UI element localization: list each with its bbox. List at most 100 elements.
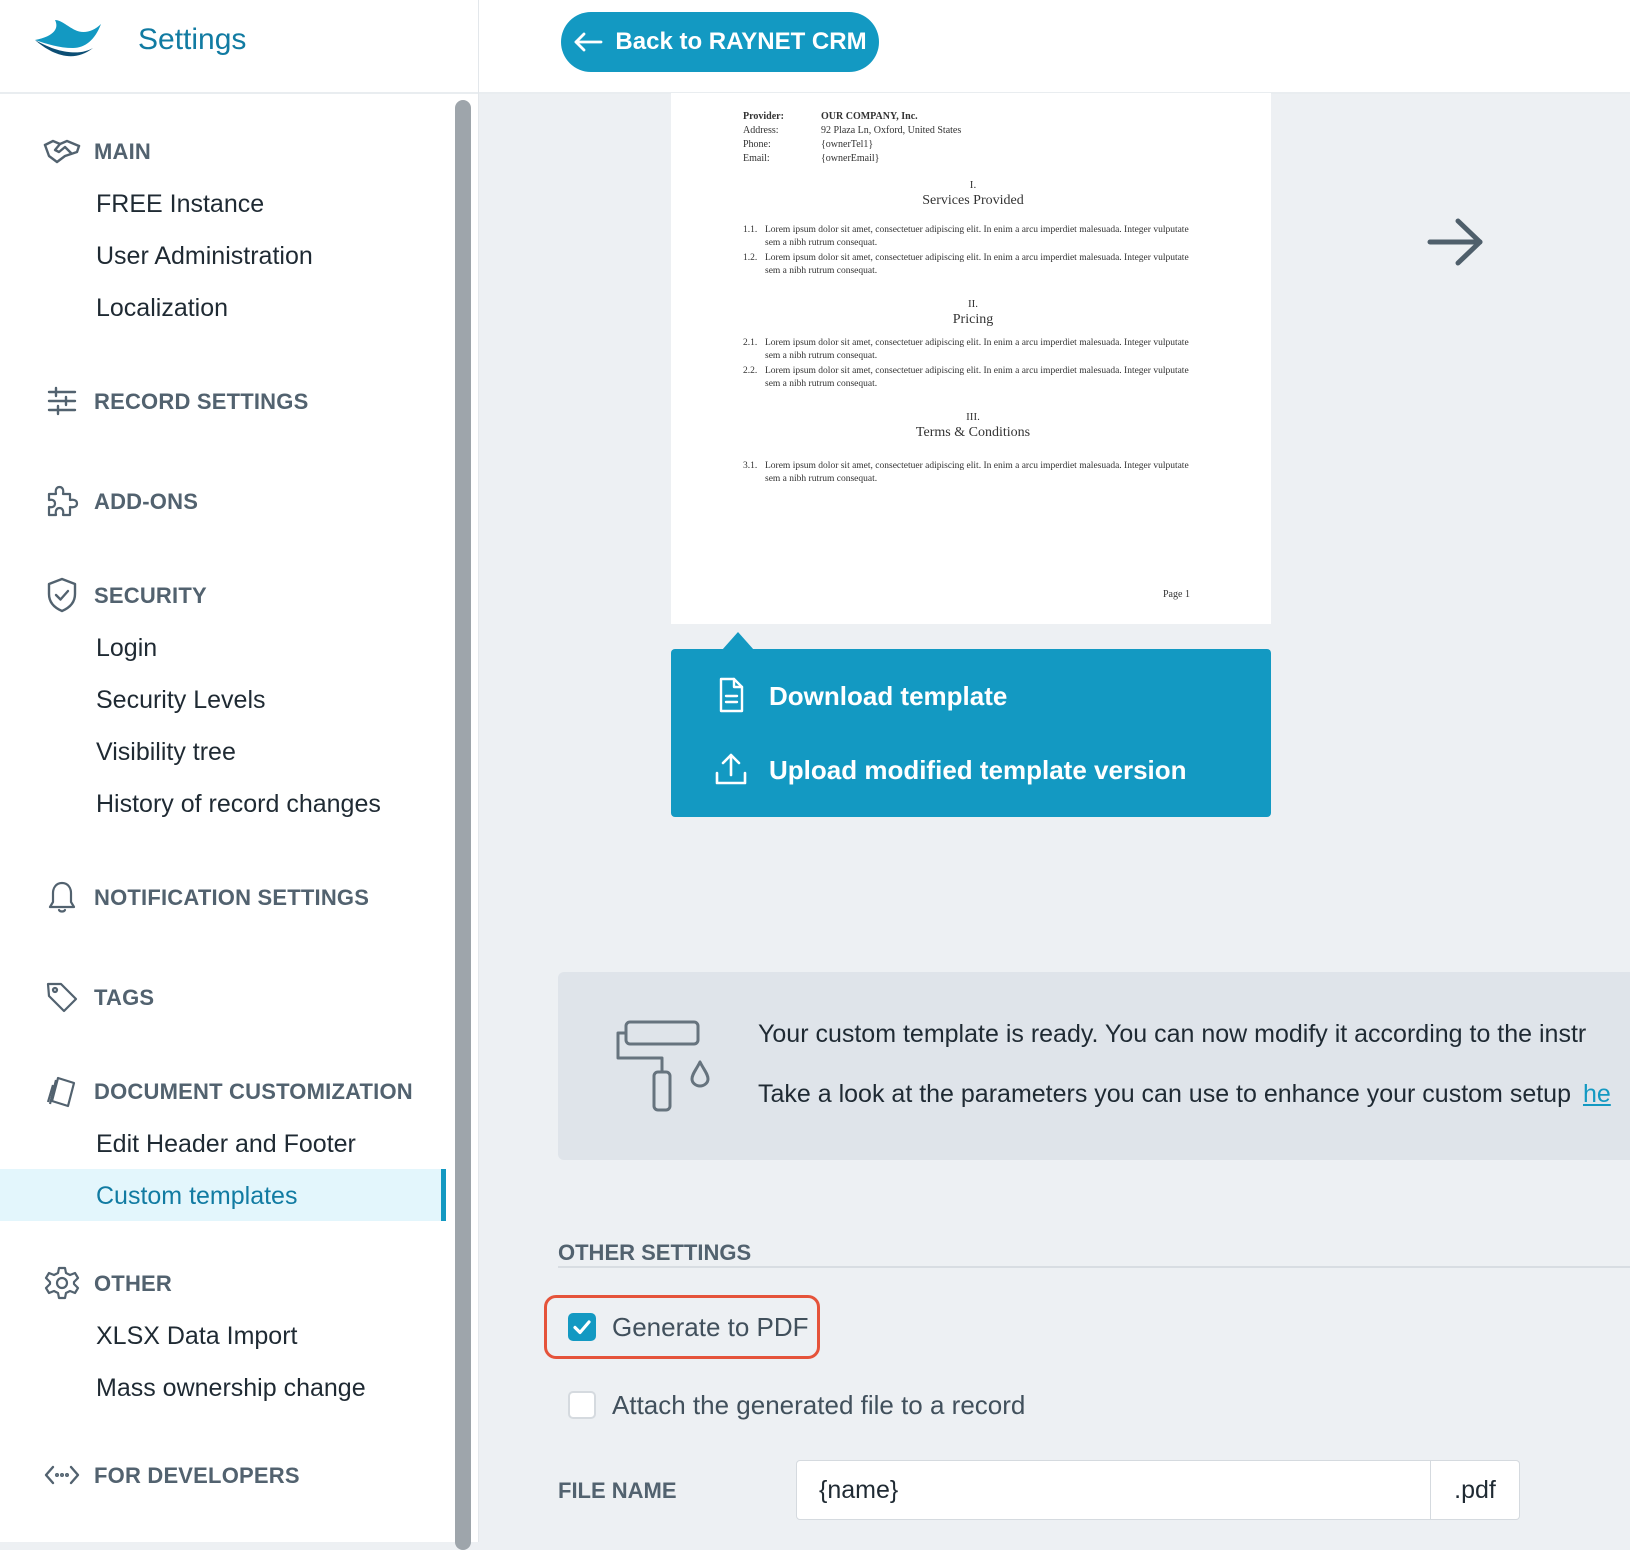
tag-icon <box>42 977 82 1017</box>
section-security[interactable]: SECURITY <box>0 575 446 615</box>
file-name-input[interactable] <box>796 1460 1431 1520</box>
sidebar-item-xlsx-data-import[interactable]: XLSX Data Import <box>0 1309 446 1361</box>
page-number: Page 1 <box>1163 589 1190 600</box>
info-text-parameters-label: Take a look at the parameters you can us… <box>758 1080 1571 1108</box>
clause-text: Lorem ipsum dolor sit amet, consectetuer… <box>765 253 1189 276</box>
clause-text: Lorem ipsum dolor sit amet, consectetuer… <box>765 225 1189 248</box>
section-record-settings[interactable]: RECORD SETTINGS <box>0 381 446 421</box>
upload-template-label: Upload modified template version <box>769 755 1187 785</box>
section-label: FOR DEVELOPERS <box>94 1463 300 1488</box>
arrow-right-icon <box>1427 218 1483 266</box>
app-title: Settings <box>138 23 247 56</box>
section-other[interactable]: OTHER <box>0 1263 446 1303</box>
clause: 2.1. Lorem ipsum dolor sit amet, consecte… <box>743 337 1203 363</box>
section-title: Services Provided <box>922 193 1024 208</box>
generate-pdf-label: Generate to PDF <box>612 1312 809 1342</box>
section-main[interactable]: MAIN <box>0 131 446 171</box>
gear-icon <box>42 1263 82 1303</box>
sidebar-item-mass-ownership-change[interactable]: Mass ownership change <box>0 1361 446 1413</box>
meta-value: {ownerTel1} <box>821 139 874 150</box>
attach-file-label: Attach the generated file to a record <box>612 1390 1026 1420</box>
section-numeral: II. <box>967 298 979 310</box>
clause-number: 2.1. <box>743 338 758 348</box>
meta-row: Email: {ownerEmail} <box>743 153 1203 167</box>
active-indicator <box>441 1169 446 1221</box>
puzzle-icon <box>42 481 82 521</box>
upload-template-button[interactable]: Upload modified template version <box>713 743 1233 795</box>
sliders-icon <box>42 381 82 421</box>
document-page: Provider: OUR COMPANY, Inc. Address: 92 Pl… <box>743 111 1203 600</box>
meta-key: Phone: <box>743 139 771 150</box>
section-tags[interactable]: TAGS <box>0 977 446 1017</box>
sidebar-item-label: FREE Instance <box>96 190 265 218</box>
sidebar-item-localization[interactable]: Localization <box>0 281 446 333</box>
section-label: OTHER <box>94 1271 172 1296</box>
clause: 3.1. Lorem ipsum dolor sit amet, consecte… <box>743 460 1203 486</box>
attach-file-checkbox-row[interactable]: Attach the generated file to a record <box>568 1388 1168 1422</box>
shield-check-icon <box>42 575 82 615</box>
download-template-button[interactable]: Download template <box>713 669 1233 721</box>
sidebar-item-history-of-record-changes[interactable]: History of record changes <box>0 777 446 829</box>
sidebar-item-label: Visibility tree <box>96 738 236 766</box>
raynet-logo-icon[interactable] <box>33 18 103 62</box>
section-for-developers[interactable]: FOR DEVELOPERS <box>0 1455 446 1495</box>
sidebar-item-edit-header-and-footer[interactable]: Edit Header and Footer <box>0 1117 446 1169</box>
generate-pdf-checkbox[interactable] <box>568 1313 596 1341</box>
clause-number: 2.2. <box>743 366 758 376</box>
section-add-ons[interactable]: ADD-ONS <box>0 481 446 521</box>
file-extension-suffix: .pdf <box>1431 1460 1520 1520</box>
section-title: Terms & Conditions <box>915 425 1031 440</box>
parameters-help-link[interactable]: he <box>1583 1080 1611 1108</box>
sidebar-item-label: User Administration <box>96 242 313 270</box>
upload-icon <box>715 753 747 785</box>
sidebar-item-custom-templates[interactable]: Custom templates <box>0 1169 446 1221</box>
meta-value: OUR COMPANY, Inc. <box>821 111 918 122</box>
download-template-label: Download template <box>769 681 1008 711</box>
top-bar: Back to RAYNET CRM <box>479 0 1630 94</box>
next-template-button[interactable] <box>1424 210 1488 274</box>
sidebar-item-label: History of record changes <box>96 790 381 818</box>
sidebar-scrollbar[interactable] <box>455 100 471 1550</box>
info-text-parameters: Take a look at the parameters you can us… <box>758 1080 1611 1109</box>
code-icon <box>42 1455 82 1495</box>
sidebar-item-free-instance[interactable]: FREE Instance <box>0 177 446 229</box>
clause: 1.1. Lorem ipsum dolor sit amet, consecte… <box>743 224 1203 250</box>
sidebar-nav: MAIN FREE Instance User Administration L… <box>0 93 446 1542</box>
paint-roller-icon <box>616 1020 710 1112</box>
section-numeral: III. <box>966 411 980 423</box>
attach-file-checkbox[interactable] <box>568 1391 596 1419</box>
sidebar-item-label: Mass ownership change <box>96 1374 366 1402</box>
sidebar-header: Settings <box>0 0 478 94</box>
section-label: NOTIFICATION SETTINGS <box>94 885 370 910</box>
meta-key: Provider: <box>743 111 784 122</box>
generate-pdf-checkbox-row[interactable]: Generate to PDF <box>568 1310 1168 1344</box>
section-notification-settings[interactable]: NOTIFICATION SETTINGS <box>0 877 446 917</box>
info-box: Your custom template is ready. You can n… <box>558 972 1630 1160</box>
sidebar-item-visibility-tree[interactable]: Visibility tree <box>0 725 446 777</box>
sidebar-item-login[interactable]: Login <box>0 621 446 673</box>
sidebar-item-label: Login <box>96 634 158 662</box>
section-label: RECORD SETTINGS <box>94 389 309 414</box>
section-label: SECURITY <box>94 583 207 608</box>
section-label: DOCUMENT CUSTOMIZATION <box>94 1079 413 1104</box>
section-document-customization[interactable]: DOCUMENT CUSTOMIZATION <box>0 1071 446 1111</box>
meta-row: Phone: {ownerTel1} <box>743 139 1203 153</box>
meta-key: Address: <box>743 125 779 136</box>
sidebar-item-label: XLSX Data Import <box>96 1322 298 1350</box>
back-to-crm-button[interactable]: Back to RAYNET CRM <box>561 12 879 72</box>
sidebar-item-label: Custom templates <box>96 1182 298 1210</box>
clause: 1.2. Lorem ipsum dolor sit amet, consecte… <box>743 252 1203 278</box>
meta-value: 92 Plaza Ln, Oxford, United States <box>821 125 962 136</box>
meta-row: Provider: OUR COMPANY, Inc. <box>743 111 1203 125</box>
clause: 2.2. Lorem ipsum dolor sit amet, consecte… <box>743 365 1203 391</box>
sidebar-item-security-levels[interactable]: Security Levels <box>0 673 446 725</box>
sidebar-item-label: Edit Header and Footer <box>96 1130 356 1158</box>
checkmark-icon <box>573 1320 591 1335</box>
clause-text: Lorem ipsum dolor sit amet, consectetuer… <box>765 461 1189 484</box>
bell-icon <box>42 877 82 917</box>
info-text-ready: Your custom template is ready. You can n… <box>758 1020 1587 1048</box>
sidebar-item-user-administration[interactable]: User Administration <box>0 229 446 281</box>
sidebar-item-label: Security Levels <box>96 686 266 714</box>
document-stack-icon <box>42 1071 82 1111</box>
template-actions-panel: Download template Upload modified templa… <box>671 649 1271 817</box>
